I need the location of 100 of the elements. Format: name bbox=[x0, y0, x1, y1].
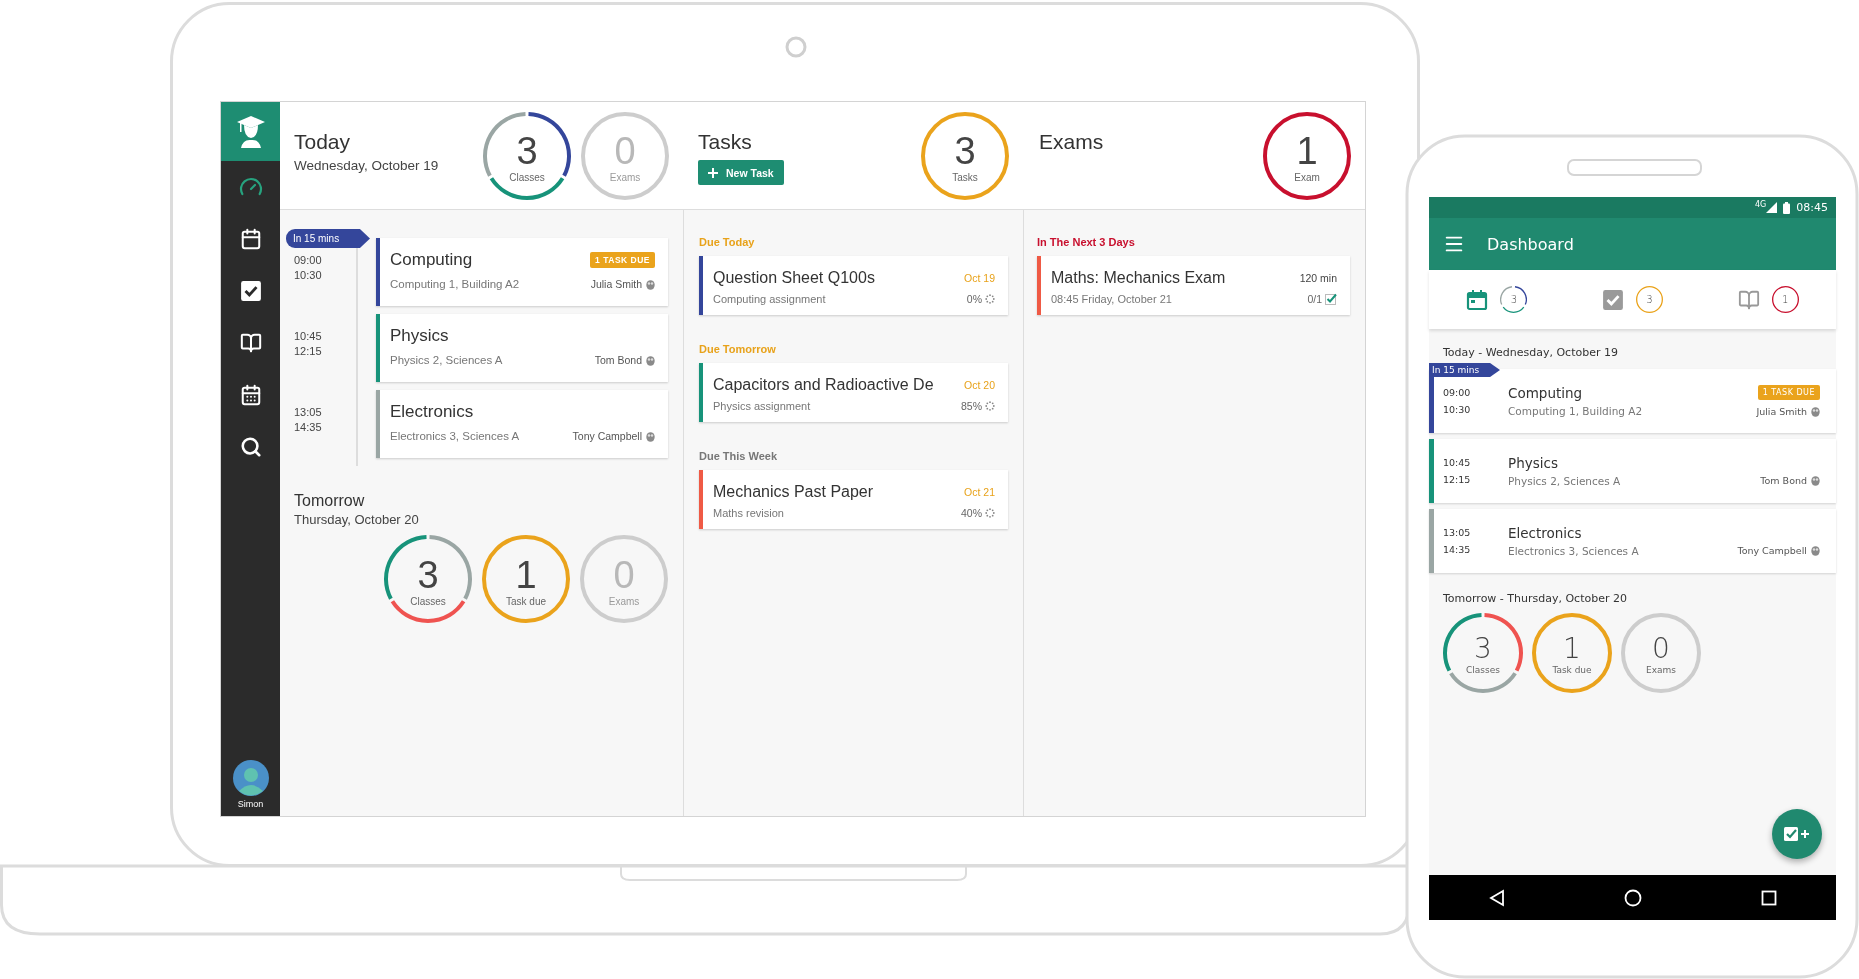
end-time: 12:15 bbox=[1443, 474, 1471, 485]
count-value: 3 bbox=[417, 555, 439, 594]
class-card[interactable]: Physics Physics 2, Sciences A Tom Bond bbox=[376, 314, 668, 382]
plus-icon bbox=[708, 167, 718, 178]
class-title: Electronics bbox=[390, 402, 474, 422]
count-value: 0 bbox=[613, 555, 635, 594]
calendar-icon bbox=[239, 228, 262, 250]
add-task-button[interactable] bbox=[1772, 809, 1822, 859]
owl-icon bbox=[646, 278, 655, 290]
network-label: 4G bbox=[1755, 200, 1767, 209]
count-value: 0 bbox=[1652, 635, 1670, 663]
class-card[interactable]: 13:05 14:35 Electronics Electronics 3, Sciences A Tony Campbell bbox=[1429, 509, 1836, 573]
count-label: Exams bbox=[1646, 665, 1676, 675]
end-time: 12:15 bbox=[294, 345, 323, 357]
count-value: 0 bbox=[614, 132, 636, 170]
due-date: Oct 19 bbox=[964, 272, 995, 284]
count-label: Classes bbox=[1466, 665, 1500, 675]
day-heading: Today - Wednesday, October 19 bbox=[1442, 345, 1619, 359]
avatar[interactable] bbox=[232, 760, 269, 796]
section-title: Tomorrow bbox=[294, 492, 366, 510]
teacher-name: Tom Bond bbox=[1760, 474, 1807, 486]
app-title: Dashboard bbox=[1487, 234, 1574, 254]
task-title: Question Sheet Q100s bbox=[713, 269, 875, 287]
class-title: Computing bbox=[1508, 385, 1583, 401]
checkbox-icon bbox=[239, 280, 262, 302]
count-label: Exams bbox=[609, 172, 641, 183]
class-card[interactable]: Computing 1 TASK DUE Computing 1, Building A2 Julia Smith bbox=[376, 238, 668, 306]
graduate-icon bbox=[236, 115, 265, 148]
count-label: Task due bbox=[1552, 665, 1592, 675]
class-title: Physics bbox=[390, 326, 449, 346]
class-card[interactable]: 10:45 12:15 Physics Physics 2, Sciences A Tom Bond bbox=[1429, 439, 1836, 503]
teacher-name: Tom Bond bbox=[594, 354, 642, 366]
book-icon bbox=[239, 332, 262, 354]
back-icon bbox=[1488, 888, 1505, 907]
task-card[interactable]: Mechanics Past Paper Oct 21 Maths revision 40% bbox=[699, 470, 1008, 529]
search-icon bbox=[239, 436, 262, 458]
class-card[interactable]: Electronics Electronics 3, Sciences A Tony Campbell bbox=[376, 390, 668, 458]
spinner-icon bbox=[985, 294, 995, 304]
exam-title: Maths: Mechanics Exam bbox=[1051, 269, 1226, 287]
count-label: Exams bbox=[608, 595, 640, 607]
end-time: 14:35 bbox=[1443, 544, 1471, 555]
class-title: Physics bbox=[1508, 455, 1558, 471]
owl-icon bbox=[1811, 544, 1820, 556]
group-heading: Due Today bbox=[699, 236, 756, 248]
class-title: Computing bbox=[390, 250, 473, 270]
progress-text: 85% bbox=[961, 400, 982, 412]
spinner-icon bbox=[985, 508, 995, 518]
calendar-icon bbox=[239, 384, 262, 406]
class-location: Electronics 3, Sciences A bbox=[1508, 545, 1639, 557]
end-time: 10:30 bbox=[1443, 404, 1471, 415]
day-heading: Tomorrow - Thursday, October 20 bbox=[1442, 591, 1628, 605]
spinner-icon bbox=[985, 401, 995, 411]
due-date: Oct 20 bbox=[964, 379, 995, 391]
teacher-name: Tony Campbell bbox=[572, 430, 642, 442]
task-due-badge: 1 TASK DUE bbox=[590, 252, 655, 268]
task-title: Mechanics Past Paper bbox=[713, 483, 874, 501]
task-due-badge: 1 TASK DUE bbox=[1757, 385, 1820, 400]
user-name: Simon bbox=[237, 799, 264, 809]
new-task-button[interactable]: New Task bbox=[698, 160, 784, 185]
group-heading: In The Next 3 Days bbox=[1037, 236, 1136, 248]
home-icon bbox=[1623, 888, 1642, 907]
count-value: 1 bbox=[515, 555, 537, 594]
count-value: 3 bbox=[516, 132, 538, 170]
task-card[interactable]: Question Sheet Q100s Oct 19 Computing assignment 0% bbox=[699, 256, 1008, 315]
progress-text: 0/1 bbox=[1307, 293, 1322, 305]
owl-icon bbox=[1811, 406, 1820, 417]
checkbox-icon bbox=[1602, 288, 1624, 311]
class-title: Electronics bbox=[1508, 525, 1582, 541]
class-location: Computing 1, Building A2 bbox=[1508, 405, 1643, 417]
start-time: 10:45 bbox=[1443, 457, 1471, 468]
class-location: Computing 1, Building A2 bbox=[390, 278, 520, 290]
exam-time: 08:45 Friday, October 21 bbox=[1051, 293, 1172, 305]
count-value: 3 bbox=[1510, 294, 1517, 305]
recents-icon bbox=[1760, 889, 1777, 906]
count-value: 3 bbox=[954, 132, 976, 170]
signal-icon bbox=[1766, 202, 1778, 213]
date-text: Thursday, October 20 bbox=[294, 512, 420, 527]
start-time: 09:00 bbox=[294, 254, 323, 266]
owl-icon bbox=[646, 354, 655, 366]
count-label: Task due bbox=[506, 595, 546, 607]
class-location: Physics 2, Sciences A bbox=[1508, 475, 1621, 487]
task-subject: Maths revision bbox=[713, 507, 784, 519]
start-time: 10:45 bbox=[294, 330, 323, 342]
add-task-icon bbox=[1784, 826, 1810, 842]
owl-icon bbox=[646, 430, 655, 442]
time-flag: In 15 mins bbox=[286, 229, 370, 248]
end-time: 14:35 bbox=[294, 421, 323, 433]
count-value: 1 bbox=[1781, 294, 1789, 305]
count-label: Tasks bbox=[952, 172, 978, 183]
task-title: Capacitors and Radioactive De bbox=[713, 376, 934, 394]
battery-icon bbox=[1783, 201, 1791, 214]
teacher-name: Julia Smith bbox=[1756, 406, 1807, 417]
section-title: Exams bbox=[1039, 130, 1104, 154]
task-card[interactable]: Capacitors and Radioactive De Oct 20 Physics assignment 85% bbox=[699, 363, 1008, 422]
exam-card[interactable]: Maths: Mechanics Exam 120 min 08:45 Friday, October 21 0/1 bbox=[1037, 256, 1350, 315]
due-date: Oct 21 bbox=[964, 486, 995, 498]
count-label: Classes bbox=[509, 172, 545, 183]
class-location: Physics 2, Sciences A bbox=[390, 354, 503, 366]
task-subject: Computing assignment bbox=[713, 293, 826, 305]
progress-text: 0% bbox=[966, 293, 982, 305]
